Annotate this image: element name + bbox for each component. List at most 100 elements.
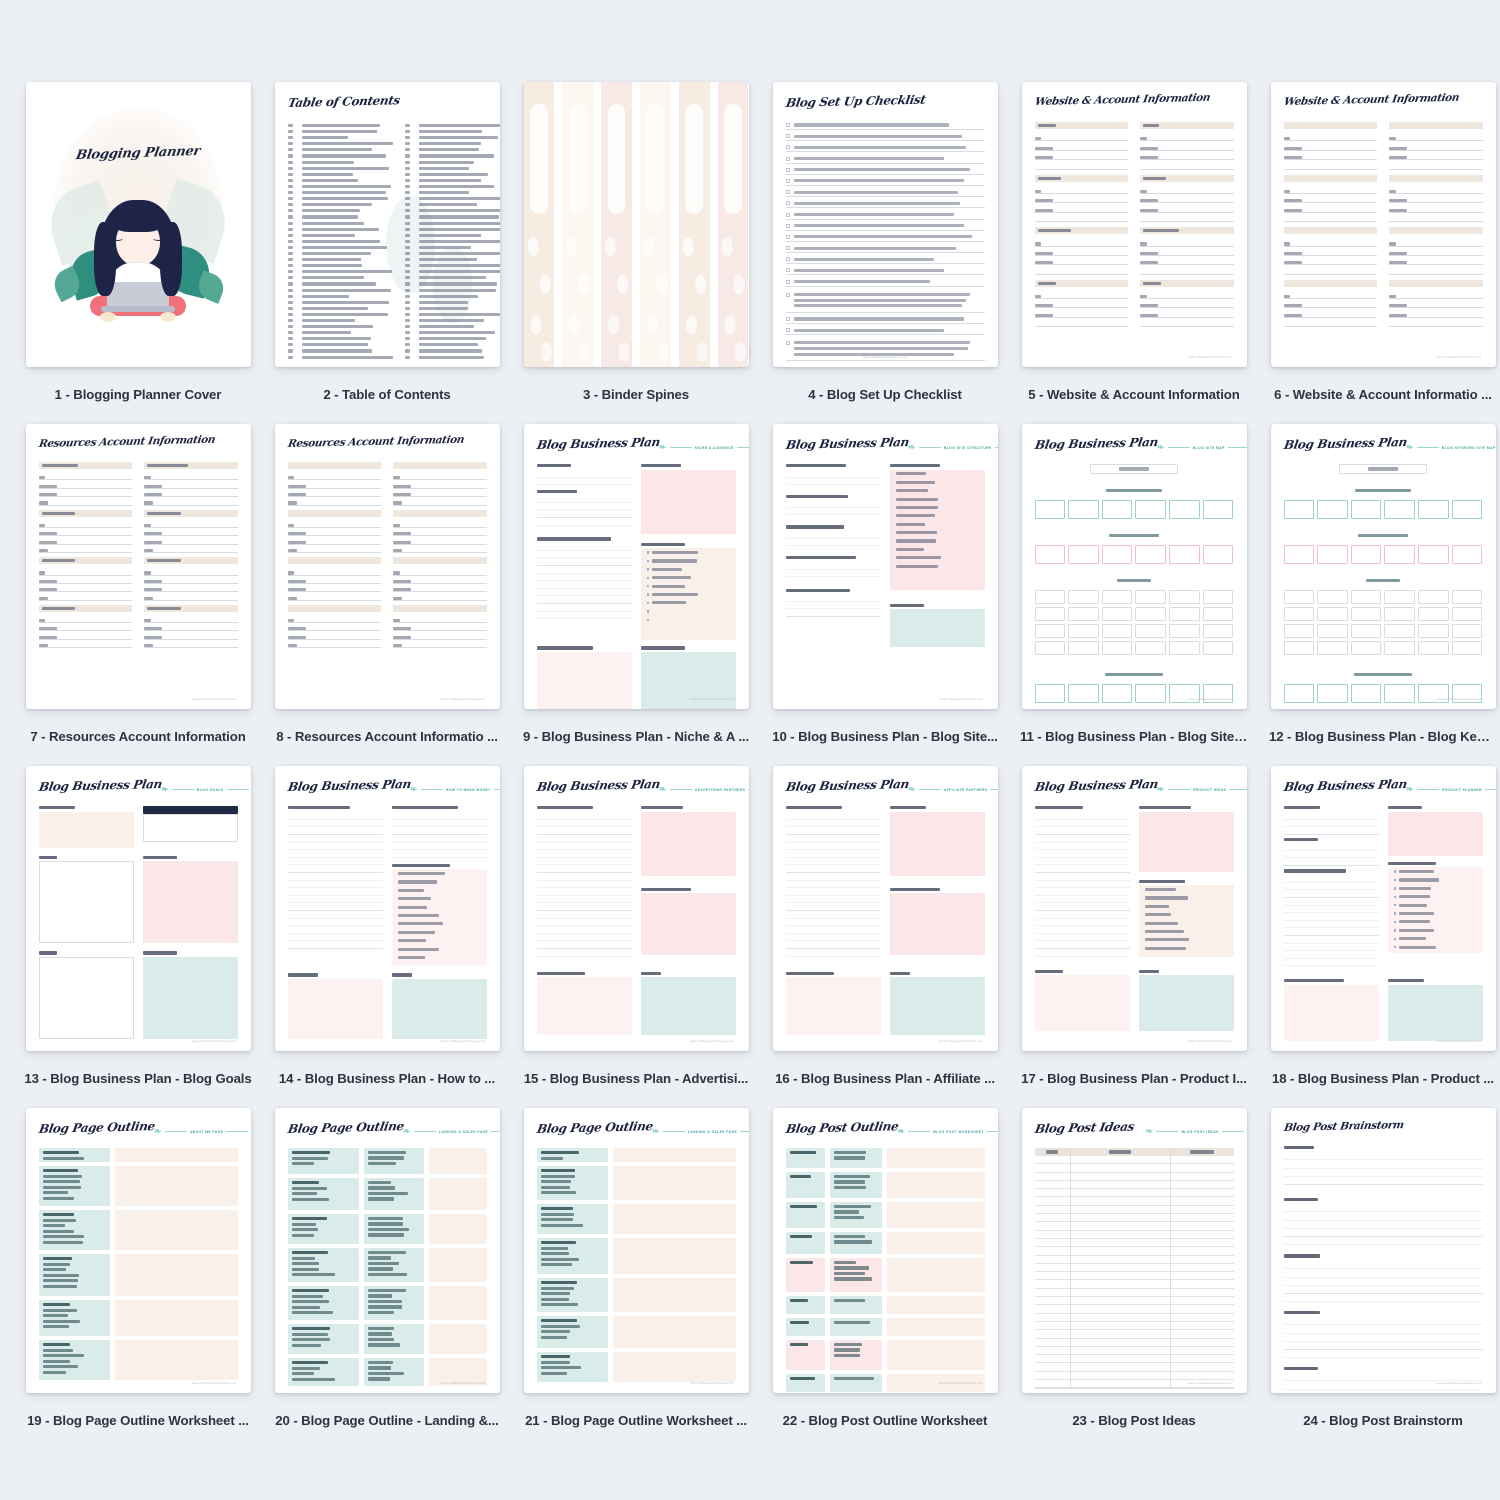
page-thumbnail[interactable]: Blog Business Plan❧Product Planner❧www.r… bbox=[1271, 766, 1496, 1051]
page-thumbnail[interactable]: Blog Business Plan ❧ Blog Keyword Site Map… bbox=[1271, 424, 1496, 709]
checklist-item[interactable] bbox=[786, 224, 985, 231]
account-field[interactable] bbox=[1389, 141, 1483, 150]
account-field[interactable] bbox=[1284, 141, 1378, 150]
answer-box[interactable] bbox=[887, 1318, 984, 1336]
input-box[interactable] bbox=[392, 979, 487, 1039]
sitemap-cell[interactable] bbox=[1418, 545, 1449, 564]
resource-field[interactable] bbox=[393, 640, 487, 648]
sitemap-cell[interactable] bbox=[1068, 545, 1099, 564]
checkbox-icon[interactable] bbox=[786, 293, 790, 297]
checkbox-icon[interactable] bbox=[786, 179, 790, 183]
answer-box[interactable] bbox=[887, 1172, 984, 1198]
page-thumbnail[interactable]: Blog Business Plan❧Blog Site Structure❧w… bbox=[773, 424, 998, 709]
list-item[interactable] bbox=[641, 590, 736, 598]
table-row[interactable] bbox=[1035, 1355, 1234, 1363]
table-row[interactable] bbox=[1035, 1189, 1234, 1197]
account-field[interactable] bbox=[1035, 290, 1129, 299]
sitemap-cell[interactable] bbox=[1384, 607, 1415, 621]
sitemap-cell[interactable] bbox=[1418, 590, 1449, 604]
resource-field[interactable] bbox=[288, 472, 382, 480]
answer-box[interactable] bbox=[613, 1352, 735, 1382]
resource-field[interactable] bbox=[144, 584, 238, 592]
resource-field[interactable] bbox=[393, 480, 487, 488]
resource-field[interactable] bbox=[39, 631, 133, 639]
table-row[interactable] bbox=[1035, 1164, 1234, 1172]
resource-field[interactable] bbox=[393, 567, 487, 575]
checkbox-icon[interactable] bbox=[786, 246, 790, 250]
account-field[interactable] bbox=[1035, 132, 1129, 141]
list-item[interactable] bbox=[641, 548, 736, 556]
resource-field[interactable] bbox=[144, 480, 238, 488]
input-box[interactable] bbox=[1284, 985, 1379, 1041]
sitemap-cell[interactable] bbox=[1169, 641, 1200, 655]
resource-field[interactable] bbox=[288, 545, 382, 553]
checkbox-icon[interactable] bbox=[786, 317, 790, 321]
resource-field[interactable] bbox=[39, 576, 133, 584]
page-thumbnail[interactable]: Blog Business Plan❧Advertising Partners❧… bbox=[524, 766, 749, 1051]
sitemap-cell[interactable] bbox=[1384, 624, 1415, 638]
resource-field[interactable] bbox=[144, 489, 238, 497]
checkbox-icon[interactable] bbox=[786, 134, 790, 138]
sitemap-cell[interactable] bbox=[1384, 590, 1415, 604]
table-row[interactable] bbox=[1035, 1363, 1234, 1371]
checkbox-icon[interactable] bbox=[786, 168, 790, 172]
answer-box[interactable] bbox=[613, 1278, 735, 1312]
list-item[interactable] bbox=[392, 886, 487, 894]
ruled-writing-area[interactable] bbox=[537, 470, 632, 490]
sitemap-cell[interactable] bbox=[1035, 590, 1066, 604]
sitemap-cell[interactable] bbox=[1102, 684, 1133, 703]
answer-box[interactable] bbox=[115, 1148, 237, 1162]
account-field[interactable] bbox=[1140, 290, 1234, 299]
answer-box[interactable] bbox=[887, 1202, 984, 1228]
list-item[interactable] bbox=[392, 945, 487, 953]
resource-field[interactable] bbox=[39, 545, 133, 553]
input-box[interactable] bbox=[641, 812, 736, 876]
sitemap-cell[interactable] bbox=[1384, 684, 1415, 703]
list-item[interactable] bbox=[890, 486, 985, 494]
sitemap-cell[interactable] bbox=[1452, 500, 1483, 519]
checklist-item[interactable] bbox=[786, 328, 985, 335]
sitemap-cell[interactable] bbox=[1418, 624, 1449, 638]
account-field[interactable] bbox=[1284, 247, 1378, 256]
sitemap-cell[interactable] bbox=[1384, 545, 1415, 564]
ruled-writing-area[interactable] bbox=[537, 543, 632, 621]
resource-field[interactable] bbox=[144, 631, 238, 639]
list-item[interactable] bbox=[392, 911, 487, 919]
sitemap-cell[interactable] bbox=[1102, 607, 1133, 621]
sitemap-cell[interactable] bbox=[1452, 624, 1483, 638]
answer-box[interactable] bbox=[613, 1166, 735, 1200]
page-thumbnail[interactable]: Blog Post Brainstorm www.rufflesandrainbo… bbox=[1271, 1108, 1496, 1393]
list-item[interactable] bbox=[890, 503, 985, 511]
resource-field[interactable] bbox=[393, 576, 487, 584]
input-box[interactable] bbox=[1139, 975, 1234, 1031]
resource-field[interactable] bbox=[144, 592, 238, 600]
account-field[interactable] bbox=[1389, 299, 1483, 308]
account-field[interactable] bbox=[1389, 185, 1483, 194]
resource-field[interactable] bbox=[39, 472, 133, 480]
resource-field[interactable] bbox=[144, 528, 238, 536]
checkbox-icon[interactable] bbox=[786, 328, 790, 332]
sitemap-cell[interactable] bbox=[1452, 545, 1483, 564]
ruled-writing-area[interactable] bbox=[537, 495, 632, 529]
resource-field[interactable] bbox=[288, 640, 382, 648]
sitemap-cell[interactable] bbox=[1135, 590, 1166, 604]
resource-field[interactable] bbox=[288, 480, 382, 488]
answer-box[interactable] bbox=[887, 1296, 984, 1314]
table-row[interactable] bbox=[1035, 1339, 1234, 1347]
sitemap-cell[interactable] bbox=[1452, 641, 1483, 655]
sitemap-cell[interactable] bbox=[1169, 590, 1200, 604]
answer-box[interactable] bbox=[613, 1316, 735, 1348]
sitemap-cell[interactable] bbox=[1284, 590, 1315, 604]
account-field[interactable] bbox=[1035, 299, 1129, 308]
ruled-writing-area[interactable] bbox=[786, 500, 881, 520]
sitemap-cell[interactable] bbox=[1203, 500, 1234, 519]
account-field[interactable] bbox=[1035, 308, 1129, 317]
table-row[interactable] bbox=[1035, 1280, 1234, 1288]
ruled-writing-area[interactable] bbox=[786, 594, 881, 618]
input-box[interactable] bbox=[143, 861, 238, 943]
sitemap-cell[interactable] bbox=[1351, 624, 1382, 638]
page-thumbnail[interactable]: Blog Business Plan❧How to Make Money❧www… bbox=[275, 766, 500, 1051]
sitemap-cell[interactable] bbox=[1035, 684, 1066, 703]
ruled-writing-area[interactable] bbox=[1284, 843, 1379, 869]
sitemap-cell[interactable] bbox=[1035, 500, 1066, 519]
